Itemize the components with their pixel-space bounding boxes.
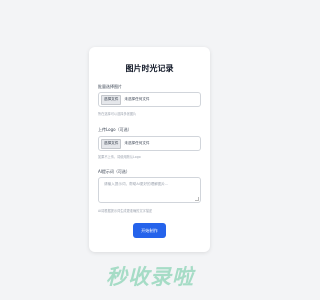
file-status: 未选择任何文件: [124, 97, 150, 101]
form-card: 图片时光记录 批量选择图片 选择文件 未选择任何文件 所在选择可以选择多张图片 …: [89, 47, 210, 252]
choose-file-button[interactable]: 选择文件: [101, 138, 122, 149]
ai-prompt-help: AI将根据提示词生成更准确的文字描述: [98, 209, 153, 213]
resize-grip-icon[interactable]: [195, 197, 199, 201]
logo-file-input[interactable]: 选择文件 未选择任何文件: [98, 136, 201, 151]
file-status: 未选择任何文件: [124, 141, 150, 145]
ai-prompt-placeholder: 请输入提示词，帮助AI更好的理解图片...: [104, 182, 169, 186]
logo-help: 如果不上传，将使用默认Logo: [98, 155, 141, 159]
page-title: 图片时光记录: [125, 64, 174, 73]
logo-label: 上传Logo（可选）: [98, 127, 132, 132]
batch-images-label: 批量选择图片: [98, 84, 122, 89]
batch-images-file-input[interactable]: 选择文件 未选择任何文件: [98, 92, 201, 107]
start-button[interactable]: 开始制作: [133, 223, 166, 238]
ai-prompt-textarea[interactable]: 请输入提示词，帮助AI更好的理解图片...: [98, 177, 201, 203]
choose-file-button[interactable]: 选择文件: [101, 94, 122, 105]
batch-images-help: 所在选择可以选择多张图片: [98, 112, 137, 116]
ai-prompt-label: AI提示词（可选）: [98, 169, 130, 174]
watermark-logo: 秒收录啦: [106, 265, 194, 289]
